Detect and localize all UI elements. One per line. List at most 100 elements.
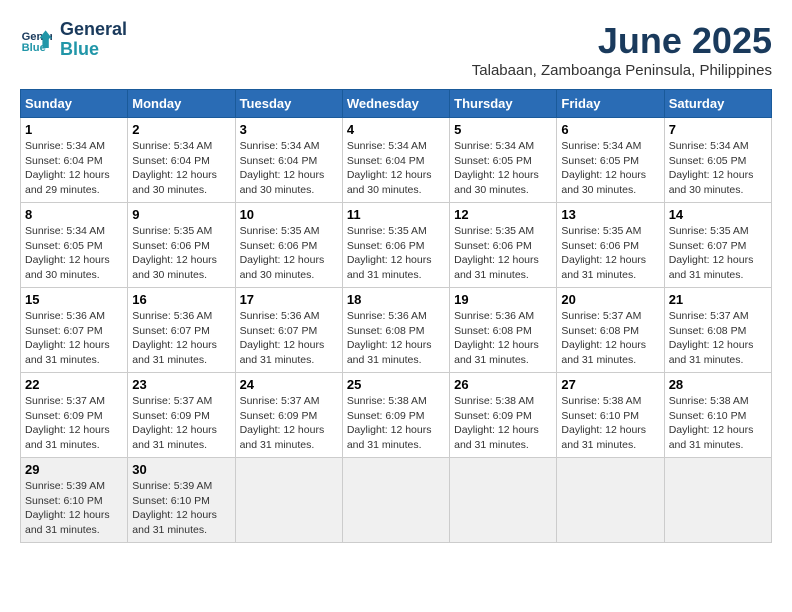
day-number: 20 xyxy=(561,292,659,307)
day-info: Sunrise: 5:38 AM Sunset: 6:10 PM Dayligh… xyxy=(669,394,767,453)
day-number: 13 xyxy=(561,207,659,222)
day-number: 22 xyxy=(25,377,123,392)
day-info: Sunrise: 5:37 AM Sunset: 6:08 PM Dayligh… xyxy=(669,309,767,368)
calendar-cell: 11 Sunrise: 5:35 AM Sunset: 6:06 PM Dayl… xyxy=(342,203,449,288)
day-number: 27 xyxy=(561,377,659,392)
day-info: Sunrise: 5:34 AM Sunset: 6:05 PM Dayligh… xyxy=(561,139,659,198)
day-number: 23 xyxy=(132,377,230,392)
day-number: 14 xyxy=(669,207,767,222)
calendar-cell xyxy=(235,458,342,543)
day-info: Sunrise: 5:37 AM Sunset: 6:09 PM Dayligh… xyxy=(25,394,123,453)
day-info: Sunrise: 5:38 AM Sunset: 6:09 PM Dayligh… xyxy=(454,394,552,453)
day-number: 16 xyxy=(132,292,230,307)
day-info: Sunrise: 5:36 AM Sunset: 6:08 PM Dayligh… xyxy=(347,309,445,368)
day-info: Sunrise: 5:36 AM Sunset: 6:07 PM Dayligh… xyxy=(25,309,123,368)
day-info: Sunrise: 5:36 AM Sunset: 6:07 PM Dayligh… xyxy=(132,309,230,368)
day-number: 21 xyxy=(669,292,767,307)
weekday-header-wednesday: Wednesday xyxy=(342,90,449,118)
day-info: Sunrise: 5:34 AM Sunset: 6:05 PM Dayligh… xyxy=(454,139,552,198)
day-number: 2 xyxy=(132,122,230,137)
logo: General Blue General Blue xyxy=(20,20,127,60)
calendar-cell xyxy=(342,458,449,543)
day-info: Sunrise: 5:39 AM Sunset: 6:10 PM Dayligh… xyxy=(132,479,230,538)
day-info: Sunrise: 5:34 AM Sunset: 6:05 PM Dayligh… xyxy=(669,139,767,198)
day-info: Sunrise: 5:39 AM Sunset: 6:10 PM Dayligh… xyxy=(25,479,123,538)
day-number: 5 xyxy=(454,122,552,137)
calendar-cell: 3 Sunrise: 5:34 AM Sunset: 6:04 PM Dayli… xyxy=(235,118,342,203)
calendar-cell xyxy=(557,458,664,543)
day-number: 17 xyxy=(240,292,338,307)
calendar-cell: 24 Sunrise: 5:37 AM Sunset: 6:09 PM Dayl… xyxy=(235,373,342,458)
day-info: Sunrise: 5:34 AM Sunset: 6:04 PM Dayligh… xyxy=(240,139,338,198)
day-number: 19 xyxy=(454,292,552,307)
day-number: 18 xyxy=(347,292,445,307)
day-info: Sunrise: 5:34 AM Sunset: 6:04 PM Dayligh… xyxy=(25,139,123,198)
calendar-cell: 27 Sunrise: 5:38 AM Sunset: 6:10 PM Dayl… xyxy=(557,373,664,458)
calendar-cell: 21 Sunrise: 5:37 AM Sunset: 6:08 PM Dayl… xyxy=(664,288,771,373)
calendar-cell: 7 Sunrise: 5:34 AM Sunset: 6:05 PM Dayli… xyxy=(664,118,771,203)
day-number: 6 xyxy=(561,122,659,137)
day-info: Sunrise: 5:38 AM Sunset: 6:10 PM Dayligh… xyxy=(561,394,659,453)
week-row-5: 29 Sunrise: 5:39 AM Sunset: 6:10 PM Dayl… xyxy=(21,458,772,543)
calendar-cell: 15 Sunrise: 5:36 AM Sunset: 6:07 PM Dayl… xyxy=(21,288,128,373)
calendar-cell: 20 Sunrise: 5:37 AM Sunset: 6:08 PM Dayl… xyxy=(557,288,664,373)
calendar-cell: 25 Sunrise: 5:38 AM Sunset: 6:09 PM Dayl… xyxy=(342,373,449,458)
calendar-cell: 19 Sunrise: 5:36 AM Sunset: 6:08 PM Dayl… xyxy=(450,288,557,373)
calendar-cell: 12 Sunrise: 5:35 AM Sunset: 6:06 PM Dayl… xyxy=(450,203,557,288)
day-number: 3 xyxy=(240,122,338,137)
calendar-cell: 14 Sunrise: 5:35 AM Sunset: 6:07 PM Dayl… xyxy=(664,203,771,288)
calendar-cell: 6 Sunrise: 5:34 AM Sunset: 6:05 PM Dayli… xyxy=(557,118,664,203)
day-number: 4 xyxy=(347,122,445,137)
calendar-cell: 30 Sunrise: 5:39 AM Sunset: 6:10 PM Dayl… xyxy=(128,458,235,543)
calendar-cell: 23 Sunrise: 5:37 AM Sunset: 6:09 PM Dayl… xyxy=(128,373,235,458)
calendar-cell: 9 Sunrise: 5:35 AM Sunset: 6:06 PM Dayli… xyxy=(128,203,235,288)
day-info: Sunrise: 5:37 AM Sunset: 6:08 PM Dayligh… xyxy=(561,309,659,368)
weekday-header-thursday: Thursday xyxy=(450,90,557,118)
header: General Blue General Blue June 2025 Tala… xyxy=(20,20,772,79)
weekday-header-sunday: Sunday xyxy=(21,90,128,118)
calendar-cell: 10 Sunrise: 5:35 AM Sunset: 6:06 PM Dayl… xyxy=(235,203,342,288)
day-number: 10 xyxy=(240,207,338,222)
day-info: Sunrise: 5:35 AM Sunset: 6:06 PM Dayligh… xyxy=(454,224,552,283)
weekday-header-tuesday: Tuesday xyxy=(235,90,342,118)
calendar-cell: 5 Sunrise: 5:34 AM Sunset: 6:05 PM Dayli… xyxy=(450,118,557,203)
day-number: 28 xyxy=(669,377,767,392)
title-area: June 2025 Talabaan, Zamboanga Peninsula,… xyxy=(472,20,772,79)
day-info: Sunrise: 5:37 AM Sunset: 6:09 PM Dayligh… xyxy=(132,394,230,453)
day-info: Sunrise: 5:35 AM Sunset: 6:06 PM Dayligh… xyxy=(132,224,230,283)
calendar-cell xyxy=(664,458,771,543)
day-info: Sunrise: 5:36 AM Sunset: 6:07 PM Dayligh… xyxy=(240,309,338,368)
day-number: 7 xyxy=(669,122,767,137)
calendar-cell: 29 Sunrise: 5:39 AM Sunset: 6:10 PM Dayl… xyxy=(21,458,128,543)
week-row-1: 1 Sunrise: 5:34 AM Sunset: 6:04 PM Dayli… xyxy=(21,118,772,203)
day-info: Sunrise: 5:38 AM Sunset: 6:09 PM Dayligh… xyxy=(347,394,445,453)
day-info: Sunrise: 5:35 AM Sunset: 6:06 PM Dayligh… xyxy=(561,224,659,283)
weekday-header-saturday: Saturday xyxy=(664,90,771,118)
week-row-4: 22 Sunrise: 5:37 AM Sunset: 6:09 PM Dayl… xyxy=(21,373,772,458)
calendar-cell: 1 Sunrise: 5:34 AM Sunset: 6:04 PM Dayli… xyxy=(21,118,128,203)
day-info: Sunrise: 5:35 AM Sunset: 6:06 PM Dayligh… xyxy=(240,224,338,283)
month-title: June 2025 xyxy=(472,20,772,62)
logo-icon: General Blue xyxy=(20,24,52,56)
weekday-header-row: SundayMondayTuesdayWednesdayThursdayFrid… xyxy=(21,90,772,118)
day-number: 26 xyxy=(454,377,552,392)
day-number: 12 xyxy=(454,207,552,222)
calendar-cell: 4 Sunrise: 5:34 AM Sunset: 6:04 PM Dayli… xyxy=(342,118,449,203)
calendar-cell: 18 Sunrise: 5:36 AM Sunset: 6:08 PM Dayl… xyxy=(342,288,449,373)
week-row-2: 8 Sunrise: 5:34 AM Sunset: 6:05 PM Dayli… xyxy=(21,203,772,288)
week-row-3: 15 Sunrise: 5:36 AM Sunset: 6:07 PM Dayl… xyxy=(21,288,772,373)
location-title: Talabaan, Zamboanga Peninsula, Philippin… xyxy=(472,62,772,79)
day-number: 29 xyxy=(25,462,123,477)
calendar-cell: 22 Sunrise: 5:37 AM Sunset: 6:09 PM Dayl… xyxy=(21,373,128,458)
calendar-cell xyxy=(450,458,557,543)
calendar-cell: 17 Sunrise: 5:36 AM Sunset: 6:07 PM Dayl… xyxy=(235,288,342,373)
day-info: Sunrise: 5:35 AM Sunset: 6:07 PM Dayligh… xyxy=(669,224,767,283)
day-number: 11 xyxy=(347,207,445,222)
day-number: 8 xyxy=(25,207,123,222)
calendar-cell: 16 Sunrise: 5:36 AM Sunset: 6:07 PM Dayl… xyxy=(128,288,235,373)
day-info: Sunrise: 5:36 AM Sunset: 6:08 PM Dayligh… xyxy=(454,309,552,368)
calendar: SundayMondayTuesdayWednesdayThursdayFrid… xyxy=(20,89,772,543)
day-number: 24 xyxy=(240,377,338,392)
day-info: Sunrise: 5:34 AM Sunset: 6:05 PM Dayligh… xyxy=(25,224,123,283)
calendar-cell: 28 Sunrise: 5:38 AM Sunset: 6:10 PM Dayl… xyxy=(664,373,771,458)
